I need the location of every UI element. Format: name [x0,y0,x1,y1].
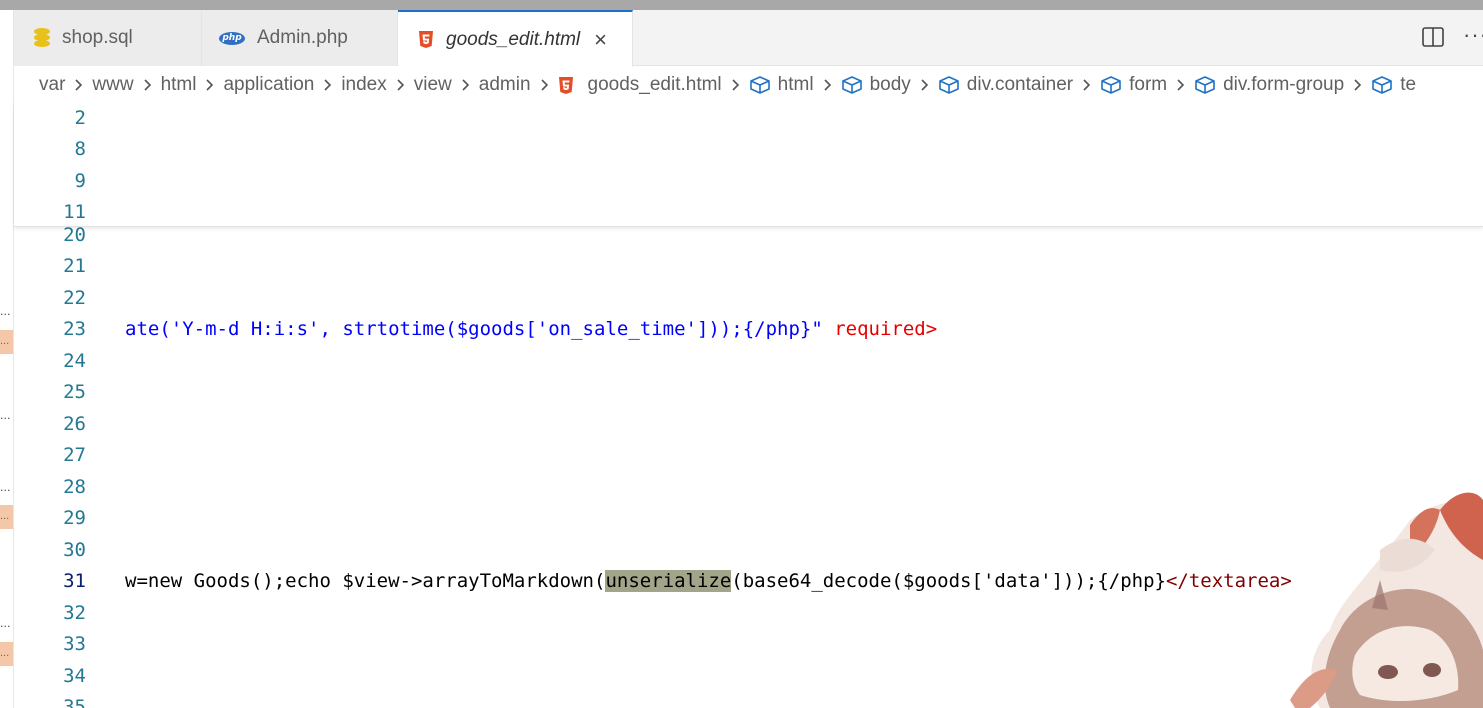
line-number: 21 [63,255,86,277]
chevron-right-icon [461,78,470,92]
html5-icon [418,30,434,49]
line-number: 8 [74,138,86,160]
breadcrumb-symbol-label: form [1129,74,1168,95]
breadcrumb-symbol-label: div.form-group [1223,74,1345,95]
breadcrumb-symbol[interactable]: div.container [938,74,1073,96]
line-number: 27 [63,444,86,466]
split-editor-icon[interactable] [1422,27,1444,47]
code-line[interactable]: ate('Y-m-d H:i:s', strtotime($goods['on_… [125,318,937,340]
breadcrumb-symbol[interactable]: form [1100,74,1167,96]
breadcrumb-folder[interactable]: admin [479,74,531,96]
chevron-right-icon [1082,78,1091,92]
chevron-right-icon [205,78,214,92]
symbol-cube-icon [938,75,960,95]
chevron-right-icon [1353,78,1362,92]
line-number: 20 [63,224,86,246]
breadcrumb-symbol-label: html [777,74,814,95]
line-number: 9 [74,170,86,192]
edge-ellipsis[interactable]: ... [0,306,12,318]
chevron-right-icon [396,78,405,92]
symbol-cube-icon [1194,75,1216,95]
breadcrumb-symbol[interactable]: te [1371,74,1416,96]
chevron-right-icon [74,78,83,92]
breadcrumb-file[interactable]: goods_edit.html [558,74,722,96]
breadcrumb-file-label: goods_edit.html [587,74,722,95]
line-number: 29 [63,507,86,529]
chevron-right-icon [323,78,332,92]
edge-ellipsis[interactable]: ... [0,482,12,494]
edge-ellipsis[interactable]: ... [0,618,12,630]
symbol-cube-icon [1371,75,1393,95]
code-line-current[interactable]: w=new Goods();echo $view->arrayToMarkdow… [125,570,1292,592]
activity-edge: ... ... ... ... ... ... ... [0,10,14,708]
breadcrumb-folder[interactable]: view [414,74,452,96]
symbol-cube-icon [841,75,863,95]
line-number: 34 [63,665,86,687]
line-number: 23 [63,318,86,340]
code-token-tag: </textarea> [1165,570,1292,592]
tab-label: goods_edit.html [446,28,581,50]
html5-icon [558,76,574,95]
chevron-right-icon [731,78,740,92]
edge-ellipsis[interactable]: ... [0,410,12,422]
breadcrumb-folder[interactable]: index [341,74,386,96]
window-top-strip [0,0,1483,10]
tab-shop-sql[interactable]: shop.sql [14,10,202,66]
line-number: 32 [63,602,86,624]
code-editor[interactable]: 2 8 9 11 20 21 22 23 ate('Y-m-d H:i:s', … [14,102,1483,708]
chevron-right-icon [823,78,832,92]
code-token-highlighted: unserialize [605,570,732,592]
line-number: 33 [63,633,86,655]
breadcrumb-symbol[interactable]: div.form-group [1194,74,1344,96]
tab-label: shop.sql [62,27,133,48]
edge-modified-marker[interactable]: ... [0,505,13,529]
breadcrumb-symbol-label: div.container [966,74,1074,95]
tab-goods-edit-html[interactable]: goods_edit.html × [398,10,633,67]
editor-tab-bar: shop.sql php Admin.php goods_edit.html ×… [14,10,1483,67]
breadcrumb-symbol[interactable]: body [841,74,911,96]
line-number: 24 [63,350,86,372]
chevron-right-icon [1176,78,1185,92]
code-token-text: w=new Goods();echo $view->arrayToMarkdow… [125,570,606,592]
tab-admin-php[interactable]: php Admin.php [202,10,398,66]
more-actions-icon[interactable]: ··· [1463,22,1483,48]
line-number: 2 [74,107,86,129]
breadcrumb-folder[interactable]: var [39,74,65,96]
line-number: 11 [63,201,86,223]
close-icon[interactable]: × [594,28,607,51]
line-number: 26 [63,413,86,435]
breadcrumb-symbol-label: te [1400,74,1417,95]
sticky-scroll-header[interactable]: 2 8 9 11 [14,102,1483,227]
line-number-current: 31 [63,570,86,592]
line-number: 30 [63,539,86,561]
line-number: 35 [63,696,86,708]
edge-modified-marker[interactable]: ... [0,642,13,666]
chevron-right-icon [540,78,549,92]
database-icon [34,28,50,48]
edge-modified-marker[interactable]: ... [0,330,13,354]
breadcrumb: var www html application index view admi… [39,70,1483,100]
line-number: 25 [63,381,86,403]
php-icon: php [219,31,245,45]
code-token-attribute: required> [822,318,938,340]
breadcrumb-folder[interactable]: html [161,74,197,96]
symbol-cube-icon [1100,75,1122,95]
breadcrumb-folder[interactable]: www [92,74,133,96]
breadcrumb-folder[interactable]: application [223,74,314,96]
breadcrumb-symbol[interactable]: html [749,74,814,96]
chevron-right-icon [920,78,929,92]
line-number: 22 [63,287,86,309]
line-number: 28 [63,476,86,498]
symbol-cube-icon [749,75,771,95]
chevron-right-icon [143,78,152,92]
breadcrumb-symbol-label: body [869,74,911,95]
code-token-text: (base64_decode($goods['data']));{/php} [731,570,1166,592]
code-token-string: ate('Y-m-d H:i:s', strtotime($goods['on_… [125,318,823,340]
tab-label: Admin.php [257,27,348,48]
